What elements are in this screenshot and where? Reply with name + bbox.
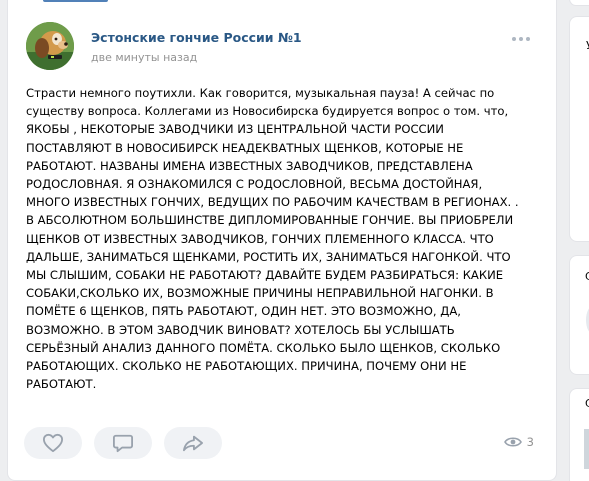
sidebar-card-3-letter: С (585, 397, 589, 410)
dog-avatar-image (26, 22, 74, 70)
post-text-line: МЫ СЛЫШИМ, СОБАКИ НЕ РАБОТАЮТ? ДАВАЙТЕ Б… (26, 268, 504, 283)
post-text-line: МНОГО ИЗВЕСТНЫХ ГОНЧИХ, ВЕДУЩИХ ПО РАБОЧ… (26, 195, 519, 210)
post-text-line: РАБОТАЮЩИХ. СКОЛЬКО НЕ РАБОТАЮЩИХ. ПРИЧИ… (26, 359, 467, 374)
share-icon (183, 435, 203, 452)
heart-icon (43, 433, 63, 453)
group-name-link[interactable]: Эстонские гончие России №1 (91, 30, 302, 45)
post-text-line: РОДОСЛОВНАЯ. Я ОЗНАКОМИЛСЯ С РОДОСЛОВНОЙ… (26, 177, 483, 192)
post-text-line: СЕРЬЁЗНЫЙ АНАЛИЗ ДАННОГО ПОМЁТА. СКОЛЬКО… (26, 340, 501, 355)
post-header: Эстонские гончие России №1 две минуты на… (26, 22, 540, 70)
post-text-line: РАБОТАЮТ. (26, 377, 97, 392)
post-text: Страсти немного поутихли. Как говорится,… (26, 84, 541, 393)
group-avatar[interactable] (26, 22, 74, 70)
post-text-line: Страсти немного поутихли. Как говорится,… (26, 86, 495, 100)
sidebar-card-2[interactable]: С (569, 255, 589, 375)
active-tab-indicator (43, 0, 108, 2)
right-sidebar: У С С (569, 0, 589, 481)
post-text-line: ЩЕНКОВ ОТ ИЗВЕСТНЫХ ЗАВОДЧИКОВ, ГОНЧИХ П… (26, 231, 494, 246)
more-icon[interactable] (510, 32, 532, 46)
post-text-line: ВОЗМОЖНО. В ЭТОМ ЗАВОДЧИК ВИНОВАТ? ХОТЕЛ… (26, 322, 455, 337)
post-timestamp[interactable]: две минуты назад (91, 51, 197, 64)
post-text-line: ПОСТАВЛЯЮТ В НОВОСИБИРСК НЕАДЕКВАТНЫХ ЩЕ… (26, 140, 464, 155)
post-text-line: ПОМЁТЕ 6 ЩЕНКОВ, ПЯТЬ РАБОТАЮТ, ОДИН НЕТ… (26, 304, 461, 319)
eye-icon (503, 437, 522, 447)
post-text-line: ДАЛЬШЕ, ЗАНИМАТЬСЯ ЩЕНКАМИ, РОСТИТЬ ИХ, … (26, 249, 511, 264)
sidebar-card-2-letter: С (585, 270, 589, 283)
post-text-line: СОБАКИ,СКОЛЬКО ИХ, ВОЗМОЖНЫЕ ПРИЧИНЫ НЕП… (26, 286, 494, 301)
sidebar-card-1[interactable]: У (569, 16, 589, 242)
post-card: Эстонские гончие России №1 две минуты на… (7, 0, 557, 481)
post-text-line: ЯКОБЫ , НЕКОТОРЫЕ ЗАВОДЧИКИ ИЗ ЦЕНТРАЛЬН… (26, 122, 444, 137)
post-text-line: В АБСОЛЮТНОМ БОЛЬШИНСТВЕ ДИПЛОМИРОВАННЫЕ… (26, 213, 514, 228)
post-actions: 3 (24, 427, 540, 459)
comment-button[interactable] (94, 427, 152, 459)
views-counter: 3 (503, 435, 534, 449)
like-button[interactable] (24, 427, 82, 459)
views-count: 3 (526, 435, 534, 449)
comment-icon (113, 434, 133, 453)
post-text-line: РАБОТАЮТ. НАЗВАНЫ ИМЕНА ИЗВЕСТНЫХ ЗАВОДЧ… (26, 158, 473, 173)
sidebar-thumbnail (584, 429, 589, 469)
sidebar-card-top (569, 0, 589, 6)
share-button[interactable] (164, 427, 222, 459)
post-text-line: существу вопроса. Коллегами из Новосибир… (26, 104, 509, 119)
sidebar-card-3[interactable]: С (569, 388, 589, 481)
